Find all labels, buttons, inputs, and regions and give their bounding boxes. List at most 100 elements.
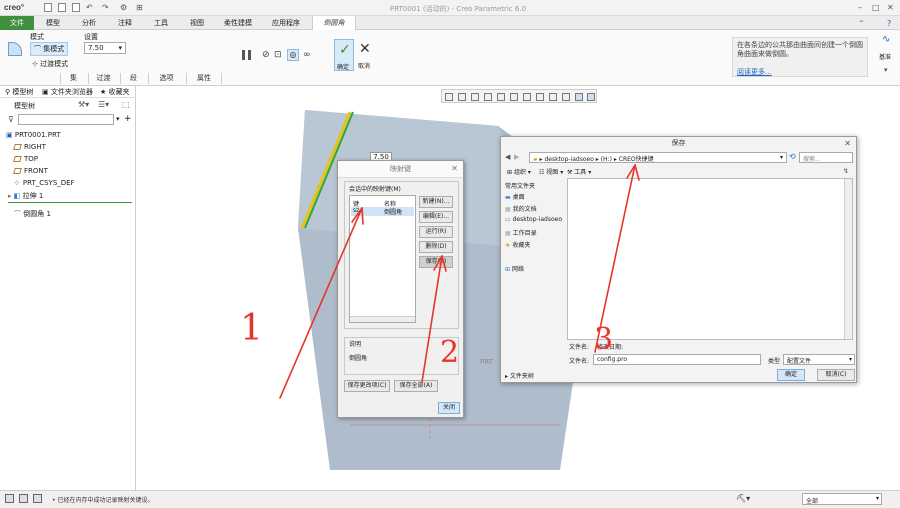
- perspective-icon[interactable]: [536, 93, 544, 101]
- save-all-button[interactable]: 保存全部(A): [394, 380, 438, 392]
- organize-menu[interactable]: ⊞ 组织 ▾: [507, 167, 531, 176]
- file-list[interactable]: [567, 178, 853, 340]
- pause-icon[interactable]: [242, 50, 245, 60]
- tree-filter-icon[interactable]: ⬚: [122, 100, 130, 109]
- view-manager-icon[interactable]: [523, 93, 531, 101]
- tab-model[interactable]: 模型: [36, 16, 70, 30]
- mapkey-list[interactable]: 键 名称 sz 倒圆角: [349, 195, 416, 323]
- subtab-sets[interactable]: 集: [60, 73, 86, 84]
- open-file-icon[interactable]: [58, 3, 66, 12]
- annotation-display-icon[interactable]: [562, 93, 570, 101]
- zoom-in-icon[interactable]: [458, 93, 466, 101]
- table-row[interactable]: sz 倒圆角: [351, 207, 414, 216]
- filter-icon[interactable]: ⊽: [8, 115, 14, 124]
- subtab-pieces[interactable]: 段: [120, 73, 146, 84]
- run-mapkey-button[interactable]: 运行(R): [419, 226, 453, 238]
- search-dropdown-icon[interactable]: ▾: [116, 115, 120, 123]
- save-mapkey-button[interactable]: 保存(S): [419, 256, 453, 268]
- geometry-preview-icon[interactable]: ⊡: [274, 50, 282, 60]
- add-icon[interactable]: +: [124, 114, 132, 124]
- sidebar-item-network[interactable]: ⊞ 网络: [505, 264, 524, 273]
- refresh-icon[interactable]: ⟲: [789, 152, 796, 161]
- views-menu[interactable]: ☷ 视图 ▾: [539, 167, 563, 176]
- redo-icon[interactable]: ↷: [102, 3, 109, 12]
- dialog-close-icon[interactable]: ✕: [844, 139, 851, 148]
- tree-search-input[interactable]: [18, 114, 114, 125]
- vertical-scrollbar[interactable]: [844, 179, 852, 339]
- filename-input[interactable]: config.pro: [593, 354, 761, 365]
- sidebar-item-documents[interactable]: ▤ 我的文档: [505, 204, 537, 213]
- sidebar-item-favorites[interactable]: ★ 收藏夹: [505, 240, 530, 249]
- folder-tree-toggle[interactable]: ▸ 文件夹树: [505, 371, 534, 380]
- forward-icon[interactable]: ▶: [514, 153, 519, 161]
- file-type-select[interactable]: 配置文件 ▾: [783, 354, 855, 365]
- breadcrumb-computer[interactable]: desktop-iadsoeo: [544, 156, 593, 163]
- maximize-icon[interactable]: □: [872, 3, 880, 12]
- tree-item-part[interactable]: ▣ PRT0001.PRT: [6, 131, 61, 139]
- help-icon[interactable]: ?: [887, 19, 891, 28]
- new-file-icon[interactable]: [44, 3, 52, 12]
- refit-icon[interactable]: [445, 93, 453, 101]
- radius-input[interactable]: 7.50 ▾: [84, 42, 126, 54]
- delete-mapkey-button[interactable]: 删除(D): [419, 241, 453, 253]
- tree-item-right[interactable]: RIGHT: [13, 143, 46, 151]
- tab-tools[interactable]: 工具: [144, 16, 178, 30]
- read-more-link[interactable]: 阅读更多...: [737, 68, 772, 76]
- transition-mode-button[interactable]: ⊹ 过渡模式: [32, 59, 68, 69]
- tab-file[interactable]: 文件: [0, 16, 34, 30]
- view-normal-icon[interactable]: [587, 93, 595, 101]
- save-ok-button[interactable]: 确定: [777, 369, 805, 381]
- tab-view[interactable]: 视图: [180, 16, 214, 30]
- subtab-properties[interactable]: 属性: [186, 73, 222, 84]
- ok-button[interactable]: ✓ 确定: [334, 39, 354, 71]
- datum-dropdown-icon[interactable]: ▾: [884, 66, 888, 74]
- feature-preview-icon[interactable]: ◎: [287, 49, 299, 61]
- spin-center-icon[interactable]: [575, 93, 583, 101]
- tree-item-front[interactable]: FRONT: [13, 167, 48, 175]
- tab-annotate[interactable]: 注释: [108, 16, 142, 30]
- expand-arrow-icon[interactable]: ▸: [8, 192, 12, 200]
- subtab-transitions[interactable]: 过渡: [88, 73, 118, 84]
- datum-icon[interactable]: ∿: [882, 34, 890, 45]
- minimize-icon[interactable]: –: [858, 3, 862, 12]
- tree-item-top[interactable]: TOP: [13, 155, 38, 163]
- save-icon[interactable]: [72, 3, 80, 12]
- breadcrumb-folder[interactable]: CREO快捷键: [619, 156, 654, 163]
- tab-flexible-modeling[interactable]: 柔性建模: [218, 16, 258, 30]
- save-changed-button[interactable]: 保存更改项(C): [344, 380, 390, 392]
- tab-model-tree[interactable]: ⚲ 模型树: [5, 87, 33, 97]
- back-icon[interactable]: ◀: [505, 153, 510, 161]
- browser-icon[interactable]: [33, 494, 42, 503]
- tab-favorites[interactable]: ★ 收藏夹: [100, 87, 130, 97]
- tab-analysis[interactable]: 分析: [72, 16, 106, 30]
- tree-item-extrude[interactable]: ▸ ◧ 拉伸 1: [8, 191, 43, 201]
- close-button[interactable]: 关闭: [438, 402, 460, 414]
- selection-filter-select[interactable]: 全部 ▾: [802, 493, 882, 505]
- search-input[interactable]: 搜索...: [799, 152, 853, 163]
- ribbon-toggle-icon[interactable]: ⌃: [858, 19, 865, 28]
- tree-item-round[interactable]: ⌒ 倒圆角 1: [14, 209, 51, 219]
- tree-settings-icon[interactable]: ⚒▾: [78, 100, 89, 109]
- saved-orientations-icon[interactable]: [510, 93, 518, 101]
- tree-item-csys[interactable]: ⊹ PRT_CSYS_DEF: [14, 179, 75, 187]
- verify-icon[interactable]: ∞: [303, 50, 311, 60]
- tab-folder-browser[interactable]: ▣ 文件夹浏览器: [42, 87, 93, 97]
- address-bar[interactable]: ▰ ▸ desktop-iadsoeo ▸ (H:) ▸ CREO快捷键 ▾: [529, 152, 787, 163]
- horizontal-scrollbar[interactable]: [350, 316, 415, 322]
- tab-applications[interactable]: 应用程序: [266, 16, 306, 30]
- edit-mapkey-button[interactable]: 编辑(E)...: [419, 211, 453, 223]
- set-mode-button[interactable]: ⌒ 集模式: [30, 42, 69, 56]
- regenerate-icon[interactable]: ⚙: [120, 3, 127, 12]
- tab-round[interactable]: 倒圆角: [312, 16, 356, 30]
- close-icon[interactable]: ✕: [887, 3, 894, 12]
- new-mapkey-button[interactable]: 新建(N)...: [419, 196, 453, 208]
- address-dropdown-icon[interactable]: ▾: [780, 154, 783, 161]
- help-icon[interactable]: ↯: [843, 167, 849, 175]
- tree-show-icon[interactable]: ☰▾: [98, 100, 109, 109]
- tree-toggle-icon[interactable]: [19, 494, 28, 503]
- dialog-close-icon[interactable]: ✕: [451, 164, 458, 173]
- zoom-out-icon[interactable]: [471, 93, 479, 101]
- cancel-button[interactable]: ✕ 取消: [356, 39, 374, 71]
- undo-icon[interactable]: ↶: [86, 3, 93, 12]
- windows-icon[interactable]: ⊞: [136, 3, 143, 12]
